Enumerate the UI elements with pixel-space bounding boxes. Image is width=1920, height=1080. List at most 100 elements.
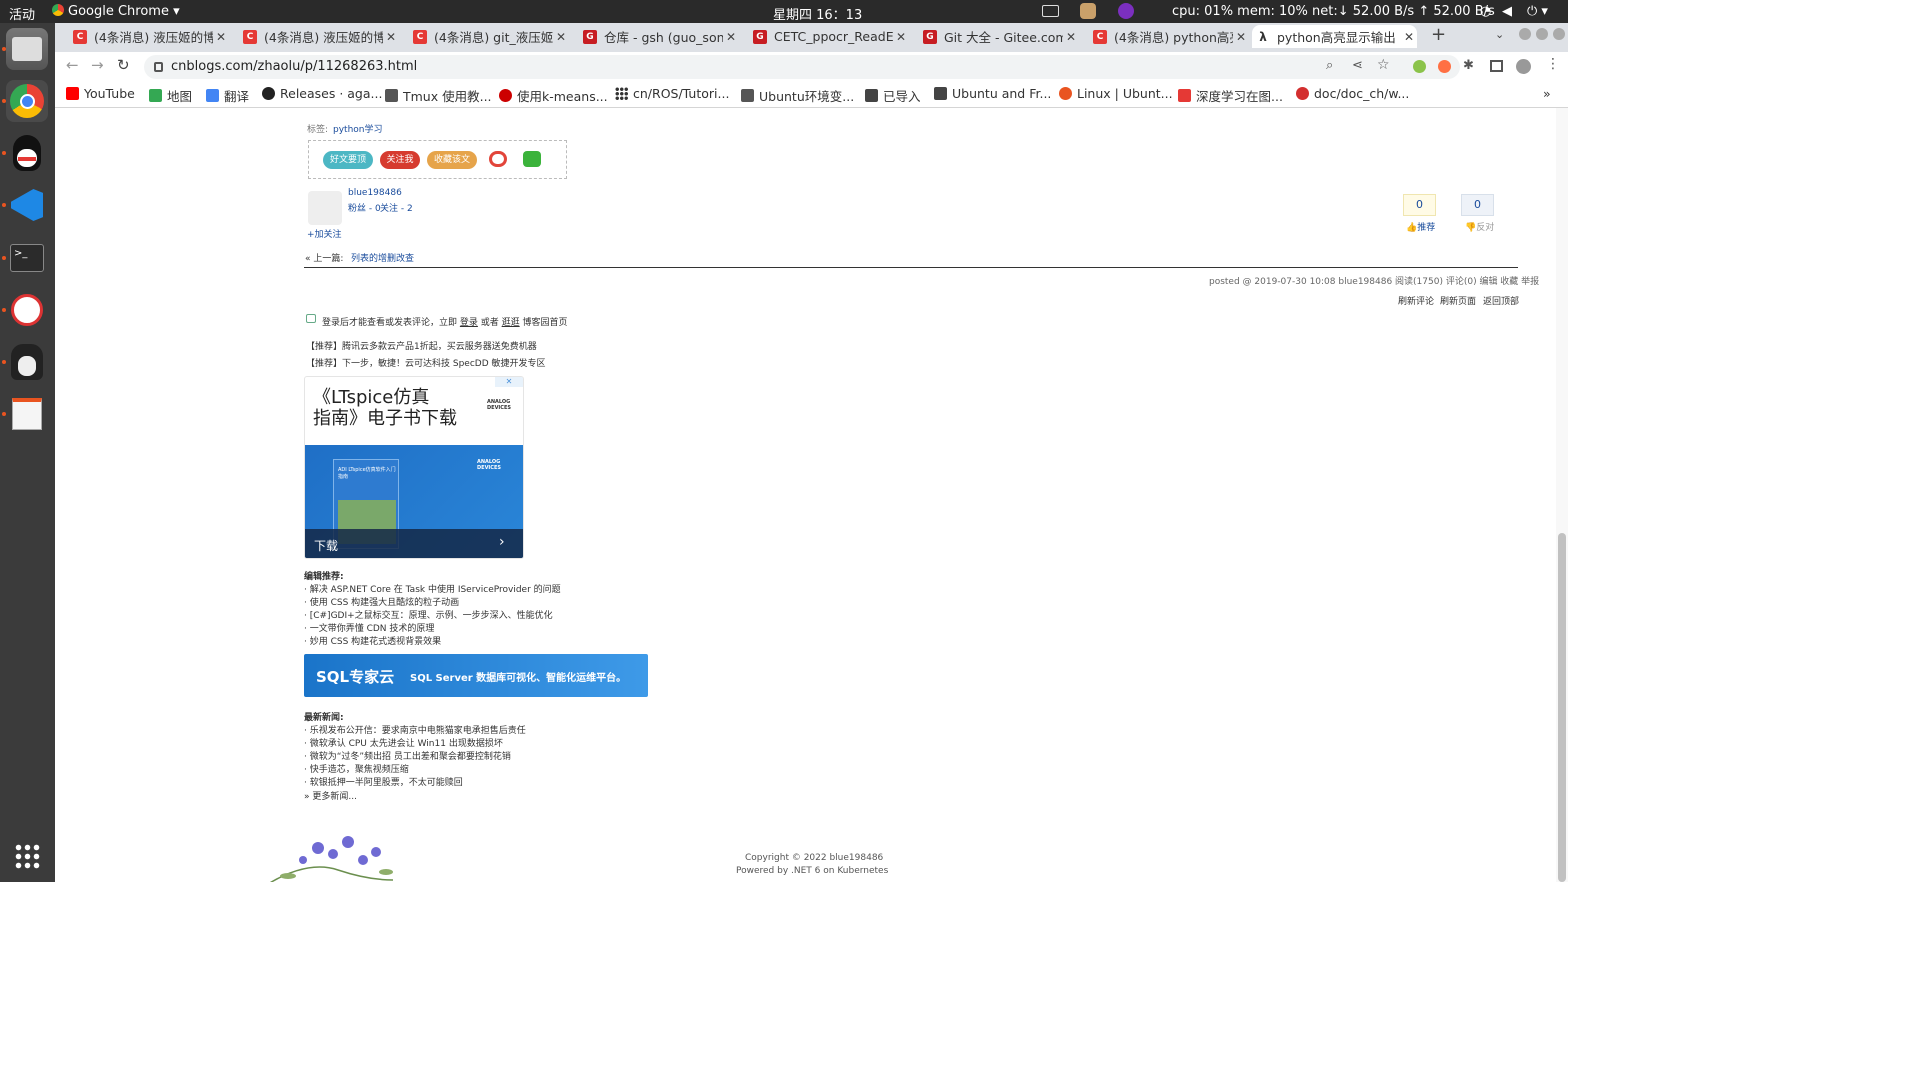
digg-label[interactable]: 👍推荐 [1406,220,1435,233]
extension-icon[interactable] [1438,60,1451,73]
editor-pick-item[interactable]: · 解决 ASP.NET Core 在 Task 中使用 IServicePro… [304,582,561,595]
tray-app-icon[interactable] [1118,3,1134,19]
close-tab-icon[interactable]: ✕ [213,30,229,44]
files-icon[interactable] [6,28,48,70]
add-follow-link[interactable]: +加关注 [307,227,342,240]
news-item[interactable]: · 微软为“过冬”频出招 员工出差和聚会都要控制花销 [304,749,511,762]
bury-label[interactable]: 👎反对 [1465,220,1494,233]
browser-tab[interactable]: C (4条消息) git_液压姬 ✕ [409,25,569,48]
close-tab-icon[interactable]: ✕ [383,30,399,44]
reload-icon[interactable]: ↻ [117,56,130,74]
scrollbar-thumb[interactable] [1558,533,1566,882]
refresh-comments-link[interactable]: 刷新评论 [1398,294,1434,307]
follow-button[interactable]: 关注我 [380,151,420,169]
back-icon[interactable]: ← [66,56,79,74]
bookmark-tmux[interactable]: Tmux 使用教... [385,86,492,105]
extensions-puzzle-icon[interactable]: ✱ [1463,58,1474,73]
penguin-app-icon[interactable] [6,341,48,383]
text-tool-icon[interactable] [6,289,48,331]
follows-link[interactable]: 关注 - 2 [380,201,413,214]
keyboard-icon[interactable] [1042,5,1059,17]
news-item[interactable]: · 乐视发布公开信：要求南京中电熊猫家电承担售后责任 [304,723,526,736]
profile-avatar[interactable] [1516,59,1531,74]
browser-tab[interactable]: G Git 大全 - Gitee.com ✕ [919,25,1079,48]
extension-icon[interactable] [1413,60,1426,73]
minimize-button[interactable] [1519,28,1531,40]
side-panel-icon[interactable] [1490,60,1503,72]
sql-banner-ad[interactable]: SQL专家云 SQL Server 数据库可视化、智能化运维平台。 [304,654,648,697]
bookmark-folder-imported[interactable]: 已导入 [865,86,921,105]
bookmark-deep-learning[interactable]: 深度学习在图... [1178,86,1283,105]
browser-tab[interactable]: G CETC_ppocr_ReadEle ✕ [749,25,909,48]
chrome-dock-icon[interactable] [6,80,48,122]
volume-icon[interactable]: ◀ [1502,4,1512,19]
vscode-icon[interactable] [6,184,48,226]
fans-link[interactable]: 粉丝 - 0 [348,201,381,214]
activities-button[interactable]: 活动 [9,4,35,23]
close-tab-icon[interactable]: ✕ [1401,30,1417,44]
more-bookmarks-icon[interactable]: » [1543,86,1551,101]
qq-icon[interactable] [6,132,48,174]
bookmark-ros[interactable]: cn/ROS/Tutori... [615,86,729,101]
scrollbar[interactable] [1556,108,1568,882]
browser-tab-active[interactable]: λ python高亮显示输出 ✕ [1252,25,1417,48]
url-text[interactable]: cnblogs.com/zhaolu/p/11268263.html [171,59,417,74]
ad-download-bar[interactable]: 下载 › [305,529,523,558]
bookmark-doc[interactable]: doc/doc_ch/w... [1296,86,1409,101]
address-bar[interactable]: cnblogs.com/zhaolu/p/11268263.html ⌕ ⋖ ☆ [144,55,1460,79]
close-tab-icon[interactable]: ✕ [893,30,909,44]
close-tab-icon[interactable]: ✕ [1233,30,1249,44]
bookmark-translate[interactable]: 翻译 [206,86,249,105]
tag-link[interactable]: python学习 [333,122,382,135]
bookmark-maps[interactable]: 地图 [149,86,192,105]
bookmark-kmeans[interactable]: 使用k-means... [499,86,608,105]
login-link[interactable]: 登录 [460,318,478,328]
close-window-button[interactable] [1553,28,1565,40]
bury-count[interactable]: 0 [1461,194,1494,216]
browser-tab[interactable]: C (4条消息) 液压姬的博 ✕ [239,25,399,48]
new-tab-button[interactable]: + [1431,24,1446,45]
maximize-button[interactable] [1536,28,1548,40]
close-tab-icon[interactable]: ✕ [1063,30,1079,44]
share-icon[interactable]: ⋖ [1352,58,1363,73]
editor-pick-item[interactable]: · [C#]GDI+之鼠标交互：原理、示例、一步步深入、性能优化 [304,608,553,621]
text-editor-icon[interactable] [6,393,48,435]
bookmark-releases[interactable]: Releases · aga... [262,86,382,101]
bookmark-linux-ubuntu[interactable]: Linux | Ubunt... [1059,86,1173,101]
promo-link-2[interactable]: 【推荐】下一步，敏捷！云可达科技 SpecDD 敏捷开发专区 [306,356,546,369]
close-tab-icon[interactable]: ✕ [723,30,739,44]
author-link[interactable]: blue198486 [348,188,402,198]
close-tab-icon[interactable]: ✕ [553,30,569,44]
editor-pick-item[interactable]: · 使用 CSS 构建强大且酷炫的粒子动画 [304,595,459,608]
editor-pick-item[interactable]: · 一文带你弄懂 CDN 技术的原理 [304,621,434,634]
zoom-icon[interactable]: ⌕ [1326,58,1333,73]
bookmark-star-icon[interactable]: ☆ [1377,57,1390,73]
browser-tab[interactable]: C (4条消息) python高亮 ✕ [1089,25,1249,48]
wifi-icon[interactable]: ◔ [1480,4,1491,19]
lock-icon[interactable] [154,62,163,72]
tab-search-icon[interactable]: ⌄ [1495,28,1504,41]
news-item[interactable]: · 快手造芯，聚焦视频压缩 [304,762,409,775]
back-to-top-link[interactable]: 返回顶部 [1483,294,1519,307]
bookmark-ubuntu-env[interactable]: Ubuntu环境变... [741,86,854,105]
ad-banner[interactable]: 《LTspice仿真 指南》电子书下载 ANALOG DEVICES ✕ ADI … [304,376,524,559]
power-icon[interactable]: ⏻ ▾ [1527,4,1548,19]
menu-icon[interactable]: ⋮ [1546,56,1560,72]
more-news-link[interactable]: » 更多新闻... [304,789,357,802]
editor-pick-item[interactable]: · 妙用 CSS 构建花式透视背景效果 [304,634,441,647]
browser-tab[interactable]: G 仓库 - gsh (guo_song ✕ [579,25,739,48]
prev-post-link[interactable]: 列表的增删改查 [351,251,414,264]
show-apps-icon[interactable] [6,835,48,877]
bookmark-folder-ubuntu[interactable]: Ubuntu and Fr... [934,86,1051,101]
news-item[interactable]: · 微软承认 CPU 太先进会让 Win11 出现数据损坏 [304,736,503,749]
news-item[interactable]: · 软银抵押一半阿里股票，不太可能赎回 [304,775,463,788]
promo-link-1[interactable]: 【推荐】腾讯云多款云产品1折起，买云服务器送免费机器 [306,339,537,352]
recommend-button[interactable]: 好文要顶 [323,151,373,169]
ad-close-icon[interactable]: ✕ [495,377,523,387]
refresh-page-link[interactable]: 刷新页面 [1440,294,1476,307]
cat-tray-icon[interactable] [1080,3,1096,19]
digg-count[interactable]: 0 [1403,194,1436,216]
bookmark-youtube[interactable]: YouTube [66,86,135,101]
browser-tab[interactable]: C (4条消息) 液压姬的博 ✕ [69,25,229,48]
author-avatar[interactable] [308,191,342,225]
